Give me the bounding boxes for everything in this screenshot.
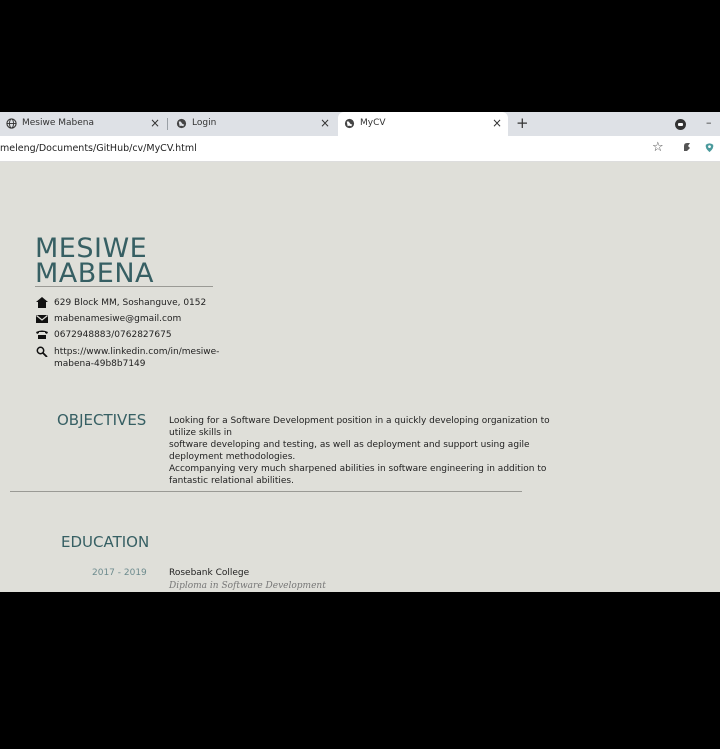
home-icon bbox=[36, 297, 48, 308]
tab-label: Login bbox=[192, 118, 217, 128]
education-qualification: Diploma in Software Development bbox=[169, 581, 326, 591]
tab-mesiwe-mabena[interactable]: Mesiwe Mabena × bbox=[0, 112, 166, 136]
education-school: Rosebank College bbox=[169, 568, 250, 578]
bookmark-star-icon[interactable]: ☆ bbox=[652, 140, 664, 155]
extension-icon[interactable] bbox=[682, 142, 692, 152]
phone-icon bbox=[36, 330, 48, 339]
minimize-button[interactable]: – bbox=[706, 116, 712, 129]
close-tab-icon[interactable]: × bbox=[320, 116, 330, 130]
address-bar: meleng/Documents/GitHub/cv/MyCV.html ☆ bbox=[0, 136, 720, 162]
tab-separator bbox=[167, 118, 168, 130]
name-divider bbox=[35, 286, 213, 287]
name-last: MABENA bbox=[35, 258, 155, 289]
tab-label: Mesiwe Mabena bbox=[22, 118, 94, 128]
close-tab-icon[interactable]: × bbox=[150, 116, 160, 130]
cv-name: MESIWE MABENA bbox=[35, 235, 155, 289]
globe-icon bbox=[176, 118, 187, 129]
url-field[interactable]: meleng/Documents/GitHub/cv/MyCV.html bbox=[0, 143, 197, 154]
objectives-heading: OBJECTIVES bbox=[57, 411, 147, 429]
section-divider bbox=[10, 491, 522, 492]
tab-mycv[interactable]: MyCV × bbox=[338, 112, 508, 136]
profile-icon[interactable] bbox=[675, 119, 686, 130]
education-heading: EDUCATION bbox=[61, 533, 150, 551]
globe-icon bbox=[344, 118, 355, 129]
cv-page: MESIWE MABENA 629 Block MM, Soshanguve, … bbox=[0, 162, 720, 592]
tab-strip: Mesiwe Mabena × Login × MyCV × + – bbox=[0, 112, 720, 136]
browser-window: Mesiwe Mabena × Login × MyCV × + – melen… bbox=[0, 112, 720, 592]
extension-icon[interactable] bbox=[704, 142, 715, 153]
close-tab-icon[interactable]: × bbox=[492, 116, 502, 130]
new-tab-button[interactable]: + bbox=[516, 114, 529, 132]
search-icon bbox=[36, 346, 48, 357]
tab-login[interactable]: Login × bbox=[170, 112, 336, 136]
education-years: 2017 - 2019 bbox=[92, 568, 147, 578]
tab-label: MyCV bbox=[360, 118, 386, 128]
globe-icon bbox=[6, 118, 17, 129]
envelope-icon bbox=[36, 315, 48, 323]
objectives-text: Looking for a Software Development posit… bbox=[169, 416, 550, 486]
